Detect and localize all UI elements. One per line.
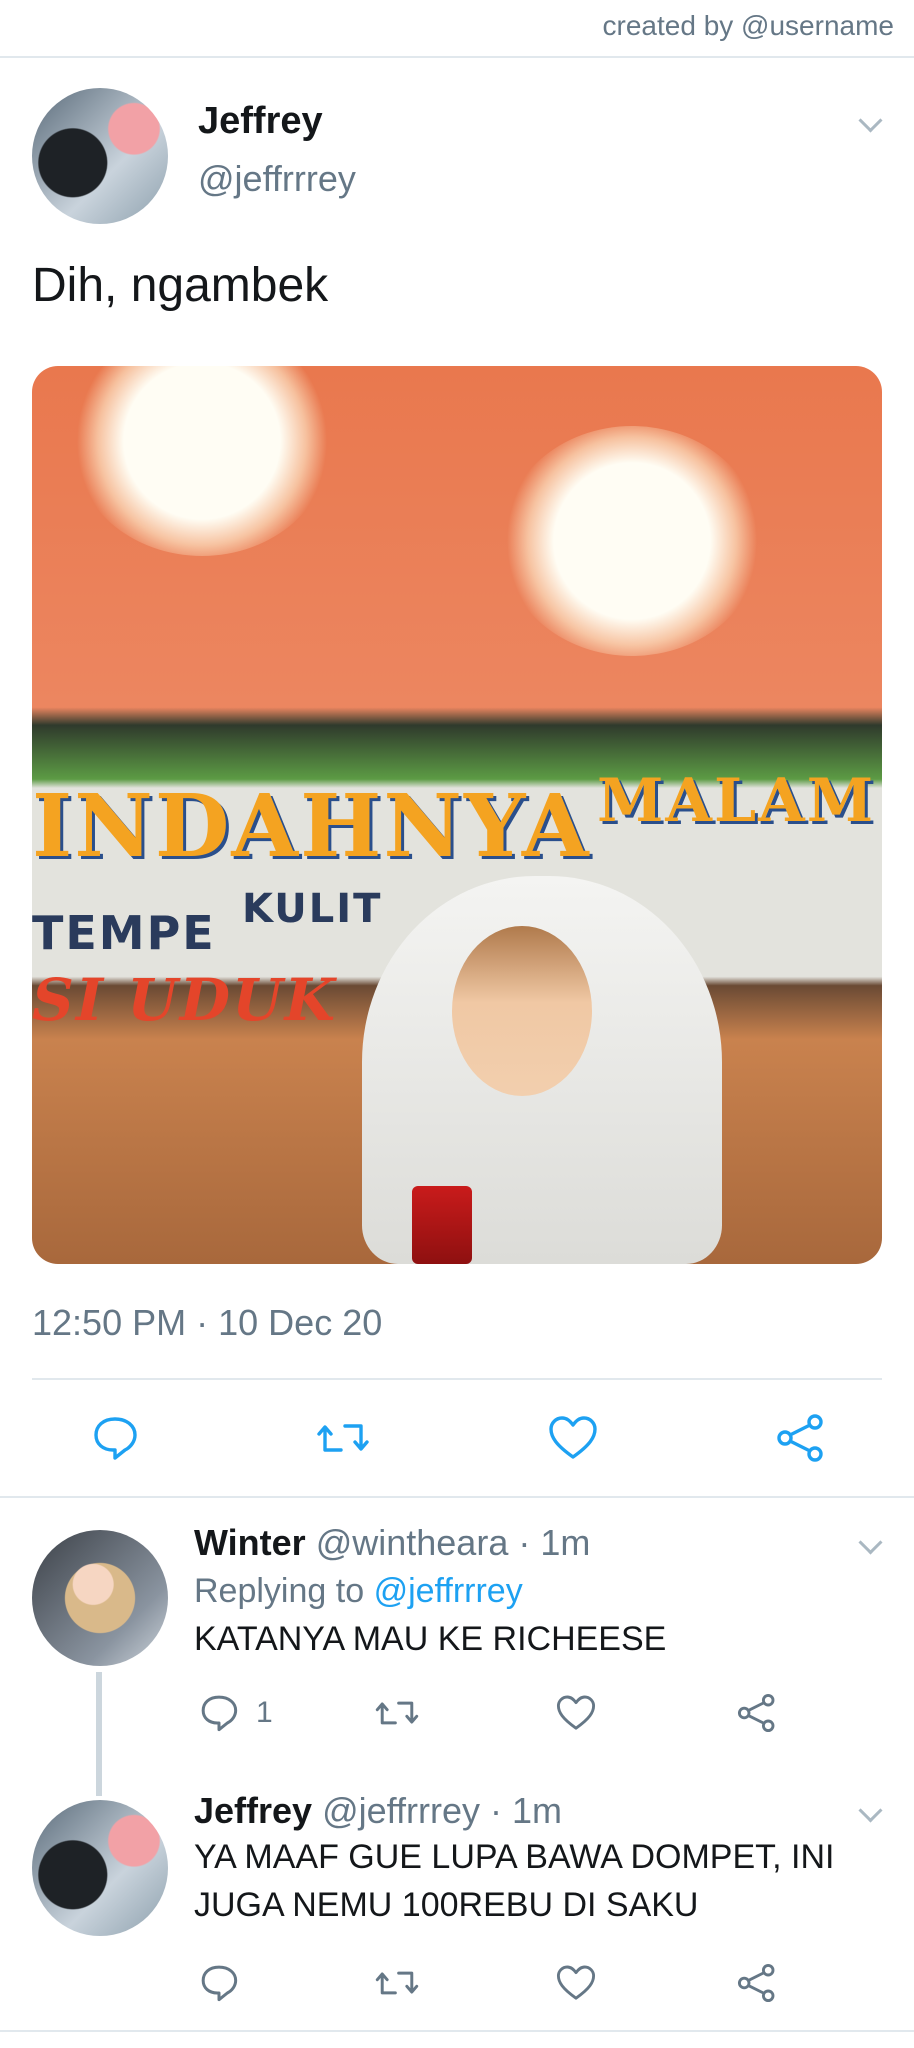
banner-menu-1: TEMPE — [32, 906, 216, 960]
tweet-photo[interactable]: INDAHNYA MALAM TEMPE KULIT SI UDUK — [32, 366, 882, 1264]
actions-divider — [0, 1496, 914, 1498]
thread-line — [96, 1672, 102, 1796]
reply-text-line-1: YA MAAF GUE LUPA BAWA DOMPET, INI — [194, 1838, 835, 1876]
reply-time: 1m — [540, 1522, 591, 1563]
chevron-down-icon[interactable] — [858, 1530, 883, 1555]
tweet-text: Dih, ngambek — [32, 259, 329, 312]
replying-handle-link[interactable]: @jeffrrrey — [374, 1572, 523, 1610]
reply-icon[interactable] — [86, 1412, 144, 1464]
chevron-down-icon[interactable] — [858, 108, 883, 133]
replying-to: Replying to @jeffrrrey — [194, 1572, 523, 1611]
lamp-glow — [72, 366, 332, 556]
tweet-timestamp[interactable]: 12:50 PM · 10 Dec 20 — [32, 1302, 382, 1344]
reply-author-name[interactable]: Winter — [194, 1522, 306, 1563]
reply-author-handle[interactable]: @jeffrrrey — [322, 1790, 480, 1831]
reply-avatar[interactable] — [32, 1530, 168, 1666]
banner-text-main: INDAHNYA — [32, 776, 591, 877]
meta-divider — [32, 1378, 882, 1380]
like-icon[interactable] — [553, 1960, 599, 2006]
reply-header: Winter @wintheara · 1m — [194, 1522, 590, 1564]
reply-time: 1m — [512, 1790, 563, 1831]
reply-header: Jeffrey @jeffrrrey · 1m — [194, 1790, 562, 1832]
reply-icon[interactable] — [196, 1960, 242, 2006]
retweet-icon[interactable] — [314, 1412, 372, 1464]
tweet-date: 10 Dec 20 — [218, 1302, 383, 1343]
share-icon[interactable] — [734, 1690, 780, 1736]
reply-text-line-2: JUGA NEMU 100REBU DI SAKU — [194, 1886, 699, 1924]
replying-label: Replying to — [194, 1572, 365, 1610]
share-icon[interactable] — [734, 1960, 780, 2006]
banner-menu-2: KULIT — [242, 886, 383, 932]
reply-icon[interactable] — [196, 1690, 242, 1736]
like-icon[interactable] — [544, 1412, 602, 1464]
person-face — [452, 926, 592, 1096]
retweet-icon[interactable] — [372, 1960, 422, 2006]
header-divider — [0, 56, 914, 58]
reply-count: 1 — [256, 1696, 273, 1729]
reply-separator: · — [518, 1522, 531, 1563]
banner-text-secondary: MALAM — [597, 766, 876, 836]
tweet-time: 12:50 PM — [32, 1302, 187, 1343]
reply-text: KATANYA MAU KE RICHEESE — [194, 1620, 667, 1658]
creator-credit: created by @username — [602, 10, 894, 41]
author-handle[interactable]: @jeffrrrey — [198, 158, 356, 200]
reply-author-handle[interactable]: @wintheara — [316, 1522, 509, 1563]
reply-separator: · — [490, 1790, 503, 1831]
reply-avatar[interactable] — [32, 1800, 168, 1936]
lamp-glow — [502, 426, 762, 656]
drink-cup — [412, 1186, 472, 1264]
retweet-icon[interactable] — [372, 1690, 422, 1736]
reply-author-name[interactable]: Jeffrey — [194, 1790, 312, 1831]
meta-separator: · — [196, 1302, 209, 1343]
author-name[interactable]: Jeffrey — [198, 100, 323, 143]
share-icon[interactable] — [772, 1412, 830, 1464]
author-avatar[interactable] — [32, 88, 168, 224]
chevron-down-icon[interactable] — [858, 1798, 883, 1823]
bottom-divider — [0, 2030, 914, 2032]
like-icon[interactable] — [553, 1690, 599, 1736]
banner-menu-3: SI UDUK — [32, 966, 338, 1034]
